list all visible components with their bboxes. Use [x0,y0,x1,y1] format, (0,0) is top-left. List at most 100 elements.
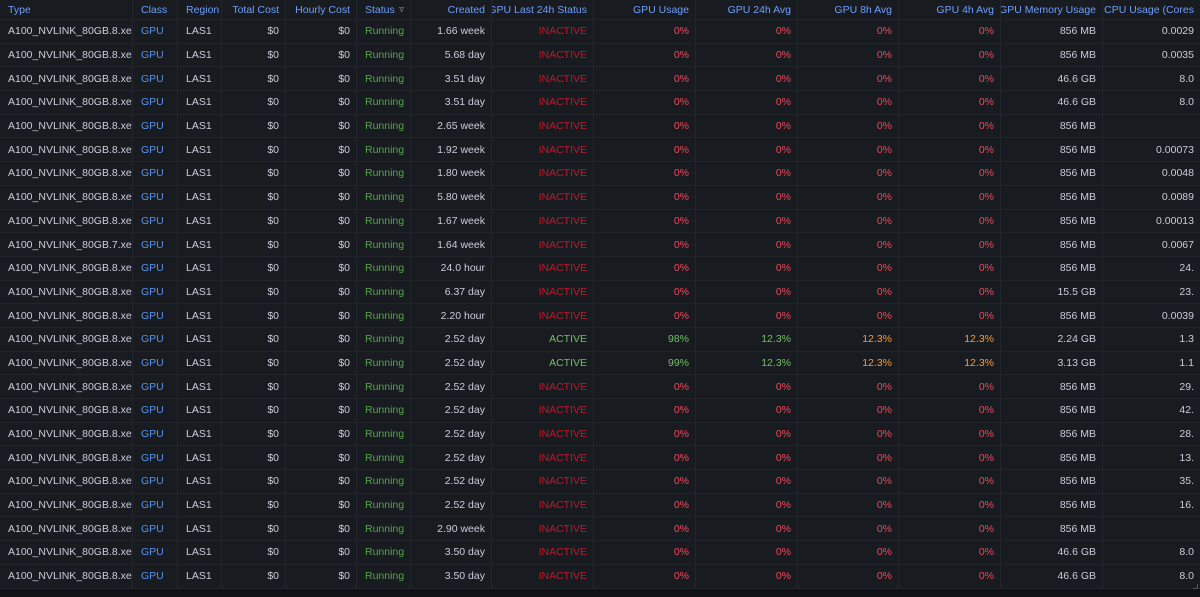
cell-class[interactable]: GPU [133,209,178,233]
column-header-label: GPU 24h Avg [727,3,791,16]
column-header-region[interactable]: Region [178,0,222,19]
column-header-gpu-memory-usage[interactable]: GPU Memory Usage [1001,0,1103,19]
cell-type[interactable]: A100_NVLINK_80GB.8.xe... [0,67,133,91]
table-row[interactable]: A100_NVLINK_80GB.8.xe... GPU LAS1 $0 $0 Runni… [0,564,1200,589]
cell-gpu-4h-avg: 0% [899,162,1001,185]
column-header-gpu-4h-avg[interactable]: GPU 4h Avg [899,0,1001,19]
cell-type[interactable]: A100_NVLINK_80GB.8.xe... [0,399,133,422]
table-row[interactable]: A100_NVLINK_80GB.8.xe... GPU LAS1 $0 $0 Runni… [0,446,1200,471]
cell-class[interactable]: GPU [133,517,178,541]
column-header-class[interactable]: Class [133,0,178,19]
column-header-gpu-usage[interactable]: GPU Usage [594,0,696,19]
table-row[interactable]: A100_NVLINK_80GB.8.xe... GPU LAS1 $0 $0 Runni… [0,375,1200,399]
cell-class[interactable]: GPU [133,114,178,138]
cell-class[interactable]: GPU [133,43,178,67]
cell-type[interactable]: A100_NVLINK_80GB.8.xe... [0,138,133,162]
table-row[interactable]: A100_NVLINK_80GB.7.xe... GPU LAS1 $0 $0 Runni… [0,233,1200,257]
cell-type[interactable]: A100_NVLINK_80GB.8.xe... [0,304,133,327]
table-row[interactable]: A100_NVLINK_80GB.8.xe... GPU LAS1 $0 $0 Runni… [0,114,1200,139]
table-row[interactable]: A100_NVLINK_80GB.8.xe... GPU LAS1 $0 $0 Runni… [0,351,1200,376]
column-header-gpu-8h-avg[interactable]: GPU 8h Avg [798,0,899,19]
cell-type[interactable]: A100_NVLINK_80GB.8.xe... [0,351,133,375]
cell-class[interactable]: GPU [133,351,178,375]
cell-type[interactable]: A100_NVLINK_80GB.8.xe... [0,114,133,138]
column-header-created[interactable]: Created [411,0,492,19]
column-header-gpu-24h-avg[interactable]: GPU 24h Avg [696,0,798,19]
cell-type[interactable]: A100_NVLINK_80GB.8.xe... [0,185,133,209]
cell-created: 5.68 day [411,43,492,67]
column-header-gpu-last-24h-status[interactable]: GPU Last 24h Status [492,0,594,19]
table-row[interactable]: A100_NVLINK_80GB.8.xe... GPU LAS1 $0 $0 Runni… [0,209,1200,234]
cell-class[interactable]: GPU [133,304,178,327]
table-row[interactable]: A100_NVLINK_80GB.8.xe... GPU LAS1 $0 $0 Runni… [0,67,1200,92]
cell-class[interactable]: GPU [133,375,178,398]
cell-type[interactable]: A100_NVLINK_80GB.8.xe... [0,446,133,470]
table-row[interactable]: A100_NVLINK_80GB.8.xe... GPU LAS1 $0 $0 Runni… [0,138,1200,163]
cell-class[interactable]: GPU [133,493,178,517]
column-header-hourly-cost[interactable]: Hourly Cost [286,0,357,19]
cell-class[interactable]: GPU [133,446,178,470]
cell-region: LAS1 [178,20,222,43]
cell-class[interactable]: GPU [133,20,178,43]
cell-class[interactable]: GPU [133,185,178,209]
cell-type[interactable]: A100_NVLINK_80GB.8.xe... [0,375,133,398]
cell-type[interactable]: A100_NVLINK_80GB.8.xe... [0,20,133,43]
cell-class[interactable]: GPU [133,91,178,114]
cell-type[interactable]: A100_NVLINK_80GB.8.xe... [0,327,133,351]
cell-class[interactable]: GPU [133,399,178,422]
cell-class[interactable]: GPU [133,280,178,304]
cell-type[interactable]: A100_NVLINK_80GB.8.xe... [0,162,133,185]
cell-gpu-8h-avg: 0% [798,67,899,91]
cell-gpu-memory-usage: 856 MB [1001,399,1103,422]
cell-class[interactable]: GPU [133,564,178,588]
cell-type[interactable]: A100_NVLINK_80GB.7.xe... [0,233,133,256]
cell-class[interactable]: GPU [133,256,178,280]
cell-type[interactable]: A100_NVLINK_80GB.8.xe... [0,209,133,233]
cell-hourly-cost: $0 [286,91,357,114]
table-row[interactable]: A100_NVLINK_80GB.8.xe... GPU LAS1 $0 $0 Runni… [0,399,1200,423]
table-header: Type Class Region Total Cost Hourly Cost Stat… [0,0,1200,20]
table-row[interactable]: A100_NVLINK_80GB.8.xe... GPU LAS1 $0 $0 Runni… [0,162,1200,186]
column-header-type[interactable]: Type [0,0,133,19]
cell-type[interactable]: A100_NVLINK_80GB.8.xe... [0,470,133,493]
cell-type[interactable]: A100_NVLINK_80GB.8.xe... [0,517,133,541]
table-row[interactable]: A100_NVLINK_80GB.8.xe... GPU LAS1 $0 $0 Runni… [0,541,1200,565]
table-row[interactable]: A100_NVLINK_80GB.8.xe... GPU LAS1 $0 $0 Runni… [0,185,1200,210]
table-row[interactable]: A100_NVLINK_80GB.8.xe... GPU LAS1 $0 $0 Runni… [0,327,1200,352]
column-header-status[interactable]: Status [357,0,411,19]
cell-type[interactable]: A100_NVLINK_80GB.8.xe... [0,541,133,564]
cell-class[interactable]: GPU [133,162,178,185]
filter-icon[interactable] [398,5,404,14]
table-row[interactable]: A100_NVLINK_80GB.8.xe... GPU LAS1 $0 $0 Runni… [0,43,1200,68]
cell-class[interactable]: GPU [133,67,178,91]
cell-region: LAS1 [178,327,222,351]
cell-type[interactable]: A100_NVLINK_80GB.8.xe... [0,91,133,114]
cell-type[interactable]: A100_NVLINK_80GB.8.xe... [0,280,133,304]
table-row[interactable]: A100_NVLINK_80GB.8.xe... GPU LAS1 $0 $0 Runni… [0,20,1200,44]
cell-region: LAS1 [178,541,222,564]
table-row[interactable]: A100_NVLINK_80GB.8.xe... GPU LAS1 $0 $0 Runni… [0,470,1200,494]
table-row[interactable]: A100_NVLINK_80GB.8.xe... GPU LAS1 $0 $0 Runni… [0,280,1200,305]
cell-type[interactable]: A100_NVLINK_80GB.8.xe... [0,564,133,588]
table-row[interactable]: A100_NVLINK_80GB.8.xe... GPU LAS1 $0 $0 Runni… [0,493,1200,518]
column-header-total-cost[interactable]: Total Cost [222,0,286,19]
table-row[interactable]: A100_NVLINK_80GB.8.xe... GPU LAS1 $0 $0 Runni… [0,91,1200,115]
cell-status: Running [357,256,411,280]
cell-type[interactable]: A100_NVLINK_80GB.8.xe... [0,493,133,517]
cell-class[interactable]: GPU [133,327,178,351]
cell-type[interactable]: A100_NVLINK_80GB.8.xe... [0,256,133,280]
cell-type[interactable]: A100_NVLINK_80GB.8.xe... [0,422,133,446]
resize-handle-icon[interactable] [1193,584,1198,589]
cell-class[interactable]: GPU [133,422,178,446]
cell-class[interactable]: GPU [133,541,178,564]
table-row[interactable]: A100_NVLINK_80GB.8.xe... GPU LAS1 $0 $0 Runni… [0,256,1200,281]
column-header-cpu-usage[interactable]: CPU Usage (Cores [1103,0,1200,19]
column-header-label: Class [141,3,168,16]
cell-class[interactable]: GPU [133,138,178,162]
cell-class[interactable]: GPU [133,470,178,493]
cell-class[interactable]: GPU [133,233,178,256]
table-row[interactable]: A100_NVLINK_80GB.8.xe... GPU LAS1 $0 $0 Runni… [0,517,1200,542]
cell-type[interactable]: A100_NVLINK_80GB.8.xe... [0,43,133,67]
table-row[interactable]: A100_NVLINK_80GB.8.xe... GPU LAS1 $0 $0 Runni… [0,304,1200,328]
table-row[interactable]: A100_NVLINK_80GB.8.xe... GPU LAS1 $0 $0 Runni… [0,422,1200,447]
